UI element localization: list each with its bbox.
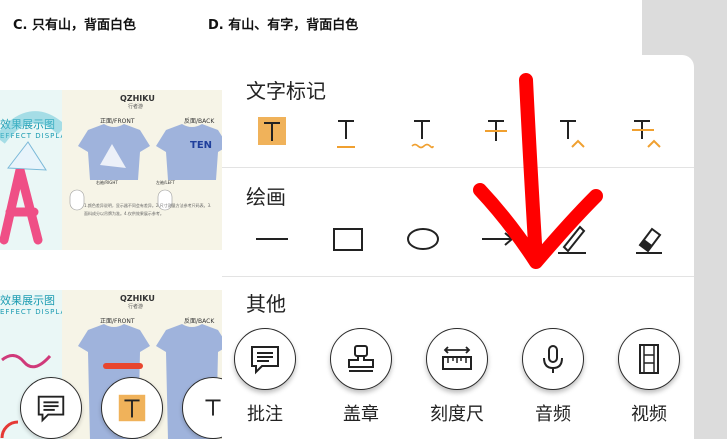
ruler-button[interactable] [426,328,488,390]
drawing-title: 绘画 [246,185,286,209]
ruler-label: 刻度尺 [430,404,484,425]
audio-label: 音频 [535,404,571,425]
strikethrough-tool[interactable] [476,111,516,151]
squiggly-underline-tool[interactable] [402,111,442,151]
section-divider [222,276,694,277]
section-divider [222,167,694,168]
thumb-notes: 1.颜色差异说明，显示器不同会有差异。2.尺寸测量方法参考尺码表。3.面料成分以… [84,203,212,216]
eraser-icon [636,227,662,254]
underline-text-icon [337,120,355,148]
line-icon [256,238,288,240]
comment-label: 批注 [247,404,283,425]
insert-caret-tool[interactable] [552,111,592,151]
arrow-icon [482,232,514,246]
highlight-text-tool[interactable] [252,111,292,151]
red-partial-icon [0,420,20,439]
svg-text:TEN: TEN [190,140,212,151]
line-tool[interactable] [252,219,292,259]
stamp-button[interactable] [330,328,392,390]
insert-caret-icon [560,120,585,148]
option-d[interactable]: D. 有山、有字，背面白色 [208,14,358,33]
film-icon [639,344,659,374]
ellipse-tool[interactable] [403,219,443,259]
audio-button[interactable] [522,328,584,390]
ellipse-icon [407,228,439,250]
comment-icon [251,346,279,375]
option-c[interactable]: C. 只有山，背面白色 [13,14,136,33]
replace-text-tool[interactable] [626,111,666,151]
comment-icon [37,395,65,423]
text-mark-title: 文字标记 [246,79,326,103]
video-button[interactable] [618,328,680,390]
replace-text-icon [632,120,661,148]
stamp-icon [348,345,374,372]
squiggly-underline-icon [411,120,434,149]
stamp-label: 盖章 [343,404,379,425]
right-sleeve-label: 右袖/RIGHT [96,180,118,185]
strikethrough-icon [485,120,507,141]
left-sleeve-label: 左袖/LEFT [156,180,175,185]
eraser-tool[interactable] [628,219,668,259]
underline-text-tool[interactable] [326,111,366,151]
microphone-icon [543,345,563,373]
pencil-tool[interactable] [552,219,592,259]
pencil-icon [558,225,586,254]
highlight-text-icon [118,394,146,422]
rectangle-tool[interactable] [328,219,368,259]
other-title: 其他 [246,292,286,316]
arrow-tool[interactable] [478,219,518,259]
annotation-tool-panel: 文字标记 绘画 其他 批注 盖章 刻度尺 音频 视频 [222,55,694,439]
comment-button[interactable] [234,328,296,390]
highlight-text-fab[interactable] [101,377,163,439]
highlight-text-icon [258,117,286,145]
product-image-1[interactable]: 效果展示图 EFFECT DISPLAY QZHIKU 行者游 正面/FRONT… [0,90,222,250]
tshirt-illustrations: TEN [69,124,222,211]
comment-fab[interactable] [20,377,82,439]
video-label: 视频 [631,404,667,425]
ruler-icon [442,346,472,370]
rectangle-icon [333,228,363,251]
